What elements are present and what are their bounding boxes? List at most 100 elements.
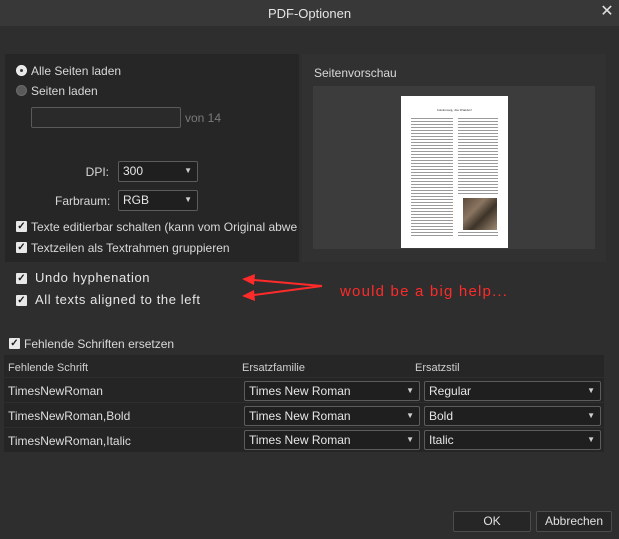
- replacement-family-dropdown[interactable]: Times New Roman ▼: [244, 430, 420, 450]
- page-text-line: [458, 169, 498, 170]
- page-text-line: [458, 178, 498, 179]
- page-text-line: [411, 148, 453, 149]
- page-text-line: [411, 202, 453, 203]
- page-text-line: [458, 163, 498, 164]
- chevron-down-icon: ▼: [587, 435, 595, 444]
- dpi-dropdown[interactable]: 300 ▼: [118, 161, 198, 182]
- page-thumbnail: Jakobsweg, das Wunder!: [401, 96, 508, 248]
- page-text-line: [458, 145, 498, 146]
- page-text-line: [411, 124, 453, 125]
- page-text-line: [411, 199, 453, 200]
- page-count-label: von 14: [185, 111, 222, 125]
- checkmark-icon[interactable]: ✓: [16, 221, 27, 232]
- page-text-line: [458, 184, 498, 185]
- page-text-line: [458, 151, 498, 152]
- checkmark-icon[interactable]: ✓: [16, 295, 27, 306]
- page-text-line: [411, 136, 453, 137]
- replacement-family-dropdown[interactable]: Times New Roman ▼: [244, 381, 420, 401]
- dpi-value: 300: [123, 164, 144, 178]
- chevron-down-icon: ▼: [406, 386, 414, 395]
- chevron-down-icon: ▼: [406, 435, 414, 444]
- page-text-line: [411, 187, 453, 188]
- replacement-style-dropdown[interactable]: Bold ▼: [424, 406, 601, 426]
- cancel-button[interactable]: Abbrechen: [536, 511, 612, 532]
- page-text-line: [458, 118, 498, 119]
- dpi-label: DPI:: [85, 165, 109, 179]
- page-text-line: [411, 232, 453, 233]
- page-text-line: [458, 127, 498, 128]
- page-text-line: [458, 133, 498, 134]
- annotation-text: would be a big help...: [340, 283, 509, 300]
- replacement-style-dropdown[interactable]: Regular ▼: [424, 381, 601, 401]
- page-text-line: [458, 160, 498, 161]
- column-missing-font: Fehlende Schrift: [8, 362, 89, 374]
- page-text-line: [411, 169, 453, 170]
- page-heading: Jakobsweg, das Wunder!: [437, 108, 472, 112]
- page-preview-label: Seitenvorschau: [314, 66, 397, 80]
- page-text-line: [458, 235, 498, 236]
- page-text-line: [411, 205, 453, 206]
- missing-font-name: TimesNewRoman,Bold: [8, 409, 131, 423]
- page-text-line: [411, 190, 453, 191]
- replace-missing-fonts-label: Fehlende Schriften ersetzen: [24, 337, 175, 351]
- page-range-input[interactable]: [31, 107, 181, 128]
- page-text-line: [411, 226, 453, 227]
- page-text-line: [458, 142, 498, 143]
- annotation-arrows: [242, 274, 323, 301]
- page-text-line: [458, 136, 498, 137]
- replacement-style-dropdown[interactable]: Italic ▼: [424, 430, 601, 450]
- group-lines-label: Textzeilen als Textrahmen gruppieren: [31, 241, 230, 255]
- page-text-line: [458, 187, 498, 188]
- column-replacement-family: Ersatzfamilie: [242, 362, 305, 374]
- page-text-line: [411, 196, 453, 197]
- missing-font-name: TimesNewRoman,Italic: [8, 434, 131, 448]
- page-text-line: [411, 145, 453, 146]
- radio-page-range[interactable]: [16, 85, 27, 96]
- colorspace-value: RGB: [123, 193, 150, 207]
- page-text-line: [411, 127, 453, 128]
- page-text-line: [411, 181, 453, 182]
- align-left-label: All texts aligned to the left: [35, 292, 201, 307]
- colorspace-label: Farbraum:: [55, 194, 111, 208]
- ok-button[interactable]: OK: [453, 511, 531, 532]
- page-text-line: [458, 181, 498, 182]
- page-text-line: [458, 172, 498, 173]
- page-text-line: [411, 217, 453, 218]
- chevron-down-icon: ▼: [587, 386, 595, 395]
- page-text-line: [411, 223, 453, 224]
- page-text-line: [458, 193, 498, 194]
- checkmark-icon[interactable]: ✓: [9, 338, 20, 349]
- page-text-line: [458, 124, 498, 125]
- page-text-line: [458, 139, 498, 140]
- page-text-line: [411, 154, 453, 155]
- radio-all-pages-label: Alle Seiten laden: [31, 64, 122, 78]
- page-text-line: [458, 166, 498, 167]
- missing-font-name: TimesNewRoman: [8, 384, 103, 398]
- page-text-line: [458, 154, 498, 155]
- checkmark-icon[interactable]: ✓: [16, 242, 27, 253]
- page-text-line: [458, 130, 498, 131]
- column-replacement-style: Ersatzstil: [415, 362, 460, 374]
- page-text-line: [411, 193, 453, 194]
- page-text-line: [411, 166, 453, 167]
- replacement-family-dropdown[interactable]: Times New Roman ▼: [244, 406, 420, 426]
- page-text-line: [411, 235, 453, 236]
- page-text-line: [458, 232, 498, 233]
- page-text-line: [411, 142, 453, 143]
- checkmark-icon[interactable]: ✓: [16, 273, 27, 284]
- page-text-line: [411, 160, 453, 161]
- radio-page-range-label: Seiten laden: [31, 84, 98, 98]
- colorspace-dropdown[interactable]: RGB ▼: [118, 190, 198, 211]
- radio-all-pages[interactable]: [16, 65, 27, 76]
- page-text-line: [411, 175, 453, 176]
- page-text-line: [411, 118, 453, 119]
- page-text-line: [411, 163, 453, 164]
- close-icon[interactable]: ✕: [597, 3, 617, 23]
- page-text-line: [411, 208, 453, 209]
- undo-hyphenation-label: Undo hyphenation: [35, 270, 151, 285]
- dialog-title: PDF-Optionen: [267, 6, 352, 21]
- page-photo: [463, 198, 497, 230]
- chevron-down-icon: ▼: [406, 411, 414, 420]
- page-text-line: [411, 133, 453, 134]
- page-text-line: [458, 121, 498, 122]
